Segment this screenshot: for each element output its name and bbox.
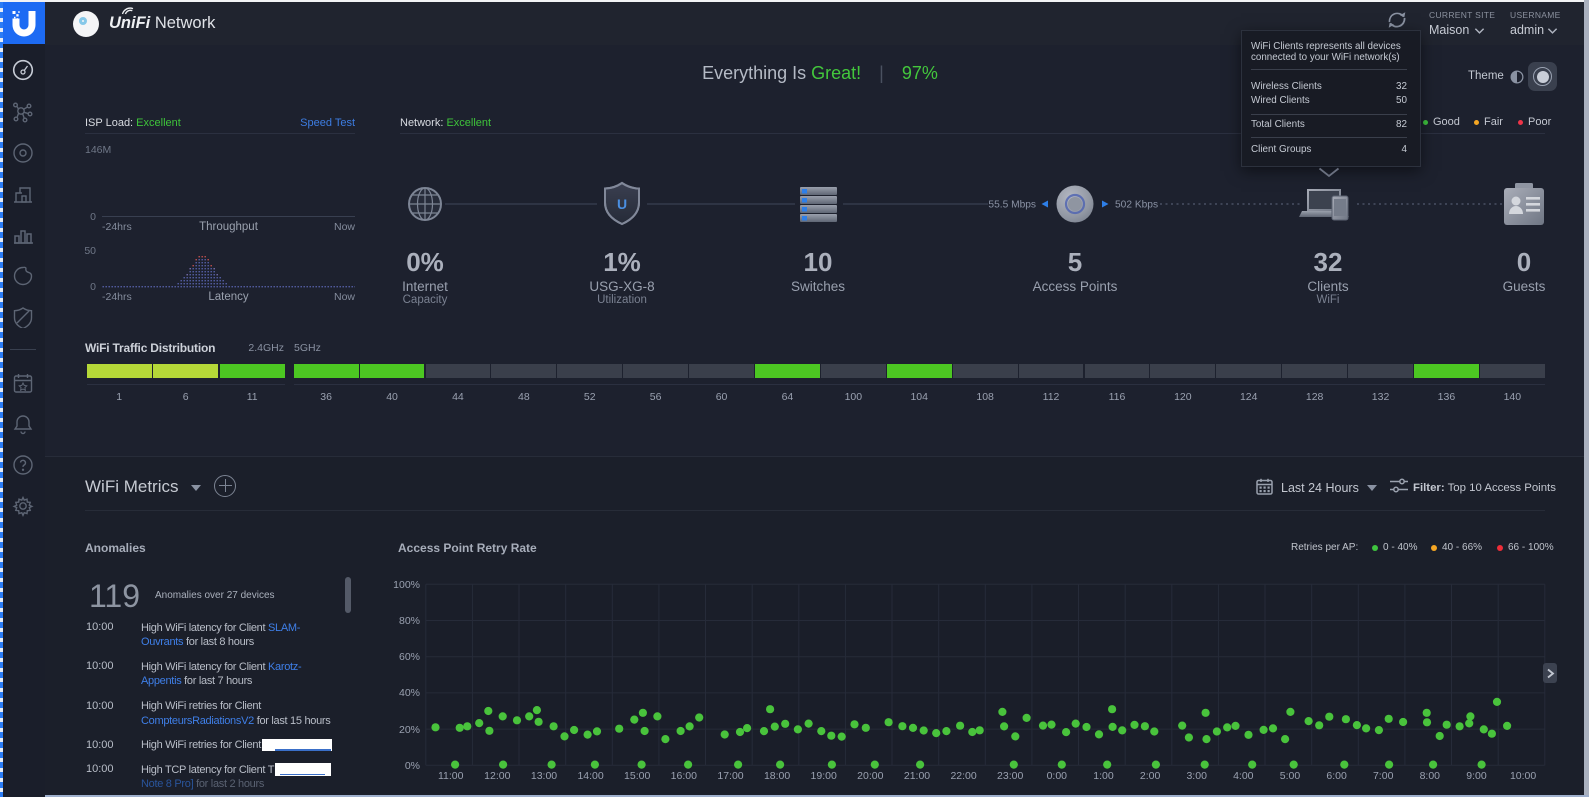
svg-text:502 Kbps: 502 Kbps: [1115, 200, 1158, 211]
svg-text:55.5 Mbps: 55.5 Mbps: [988, 200, 1036, 211]
svg-text:U: U: [617, 196, 627, 212]
